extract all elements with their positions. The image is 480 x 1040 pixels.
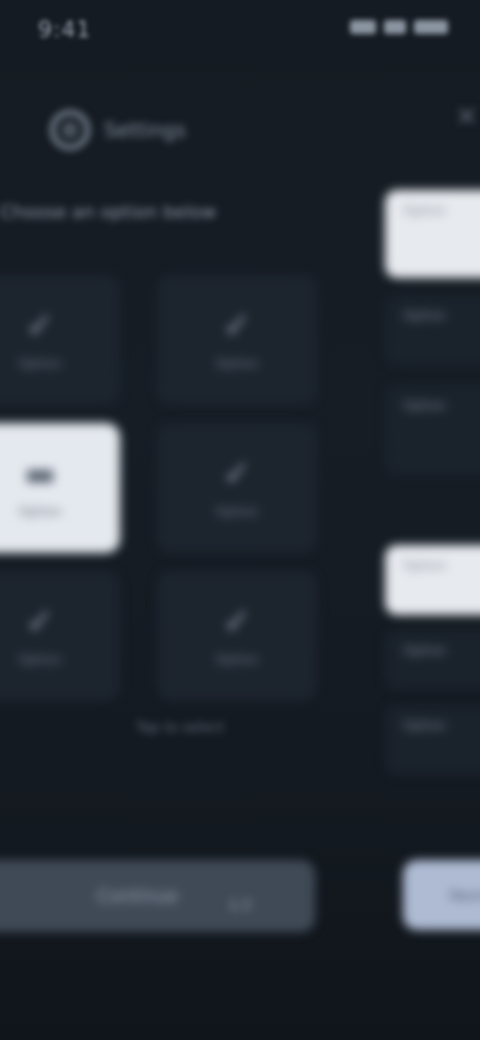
check-icon: ✓ [25,305,55,346]
panel-subtitle: Choose an option below [0,202,217,223]
next-option-card[interactable]: Option [385,385,480,475]
card-label: Option [403,644,447,659]
card-label: Option [403,719,447,734]
close-icon[interactable]: ✕ [455,100,478,133]
settings-icon: ⚙ [50,110,90,150]
option-label: Option [215,356,259,372]
signal-icon [350,20,376,34]
option-label: Option [18,504,62,520]
option-label: Option [215,504,259,520]
panel-header: ⚙ Settings [50,110,186,150]
card-label: Option [403,399,447,414]
status-icons [350,20,448,34]
page-indicator-label: 1/2 [227,895,253,914]
next-button[interactable]: Next [403,860,480,930]
next-option-card[interactable]: Option [385,630,480,690]
card-label: Option [403,309,447,324]
option-label: Option [18,356,62,372]
main-panel: ⚙ Settings Choose an option below ✓ Opti… [0,70,370,1030]
option-tile[interactable]: ✓ Option [157,423,317,553]
next-option-card[interactable]: Option [385,190,480,278]
next-option-card[interactable]: Option [385,705,480,775]
battery-icon [414,20,448,34]
option-tile[interactable]: ✓ Option [0,275,120,405]
wifi-icon [384,20,406,34]
check-icon: ✓ [222,601,252,642]
next-option-card[interactable]: Option [385,295,480,365]
card-label: Option [403,559,447,574]
check-icon: ✓ [222,453,252,494]
option-label: Option [215,652,259,668]
check-icon: ✓ [222,305,252,346]
next-panel: ✕ Option Option Option Option Option Opt… [385,90,480,950]
next-option-card[interactable]: Option [385,545,480,615]
option-tile-selected[interactable]: ▬ Option [0,423,120,553]
panel-title: Settings [104,118,187,142]
card-label: Option [403,204,447,219]
status-time: 9:41 [38,18,92,43]
option-tile[interactable]: ✓ Option [157,571,317,701]
card-icon: ▬ [23,453,57,494]
option-tile[interactable]: ✓ Option [157,275,317,405]
check-icon: ✓ [25,601,55,642]
app-screen: 9:41 ⚙ Settings Choose an option below ✓… [0,0,480,1040]
option-grid: ✓ Option ✓ Option ▬ Option ✓ Option ✓ Op… [0,275,340,701]
status-bar: 9:41 [0,0,480,60]
panel-hint: Tap to select [135,720,225,736]
option-tile[interactable]: ✓ Option [0,571,120,701]
option-label: Option [18,652,62,668]
